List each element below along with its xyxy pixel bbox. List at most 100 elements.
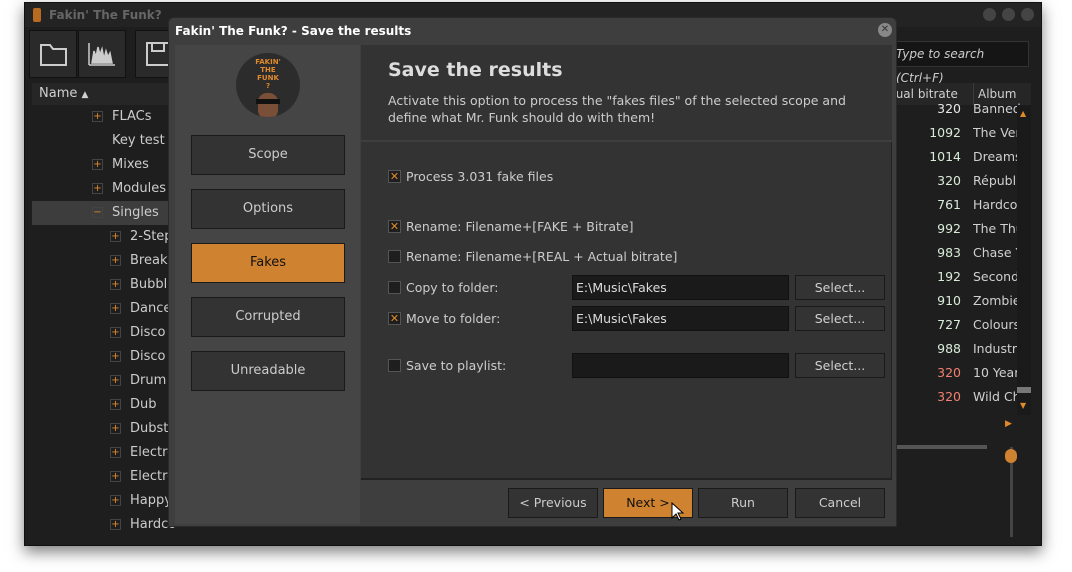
- album-cell: Wild Ch: [973, 389, 1021, 404]
- album-cell: Second: [973, 269, 1020, 284]
- tree-item-label: Happy: [130, 493, 172, 508]
- step-description: Activate this option to process the "fak…: [388, 93, 846, 125]
- bitrate-cell: 988: [937, 341, 961, 356]
- nav-corrupted-button[interactable]: Corrupted: [191, 297, 345, 337]
- expand-icon[interactable]: +: [110, 303, 121, 314]
- expand-icon[interactable]: +: [110, 447, 121, 458]
- expand-icon[interactable]: +: [92, 183, 103, 194]
- tree-item-label: Dance: [130, 301, 172, 316]
- album-cell: Chase Y: [973, 245, 1021, 260]
- select-button[interactable]: Select...: [795, 353, 885, 378]
- maximize-button[interactable]: [1002, 8, 1015, 21]
- option-label: Move to folder:: [406, 311, 501, 326]
- nav-options-button[interactable]: Options: [191, 189, 345, 229]
- scroll-right-icon[interactable]: ▶: [1005, 419, 1012, 429]
- album-cell: Industri: [973, 341, 1021, 356]
- bitrate-cell: 983: [937, 245, 961, 260]
- scroll-down-icon[interactable]: ▼: [1020, 401, 1026, 410]
- select-button[interactable]: Select...: [795, 306, 885, 331]
- album-cell: 10 Year: [973, 365, 1020, 380]
- album-cell: The Thu: [973, 221, 1021, 236]
- expand-icon[interactable]: +: [110, 519, 121, 530]
- expand-icon[interactable]: +: [110, 351, 121, 362]
- option-label: Rename: Filename+[FAKE + Bitrate]: [406, 219, 634, 234]
- tree-item-label: Modules: [112, 181, 167, 196]
- progress-bar: [897, 445, 987, 449]
- checkbox-4[interactable]: ✕: [388, 312, 401, 325]
- open-folder-button[interactable]: [29, 30, 77, 78]
- bitrate-cell: 320: [937, 101, 961, 116]
- spectrum-icon: [88, 43, 115, 66]
- mouse-cursor-icon: [671, 502, 685, 521]
- expand-icon[interactable]: +: [92, 159, 103, 170]
- tree-item-label: Dub: [130, 397, 157, 412]
- album-cell: Colours: [973, 317, 1021, 332]
- expand-icon[interactable]: +: [110, 471, 121, 482]
- app-icon: [33, 8, 41, 22]
- vertical-scrollbar[interactable]: ▲ ▼: [1017, 105, 1031, 415]
- nav-unreadable-button[interactable]: Unreadable: [191, 351, 345, 391]
- cancel-button[interactable]: Cancel: [795, 488, 885, 518]
- expand-icon[interactable]: +: [110, 255, 121, 266]
- folder-icon: [40, 44, 67, 66]
- step-header: Save the results Activate this option to…: [361, 45, 892, 140]
- tree-item-label: Singles: [112, 205, 159, 220]
- search-input[interactable]: Type to search (Ctrl+F): [891, 41, 1029, 85]
- bitrate-cell: 320: [937, 389, 961, 404]
- path-input[interactable]: [572, 353, 789, 378]
- expand-icon[interactable]: +: [110, 423, 121, 434]
- previous-button[interactable]: < Previous: [508, 488, 598, 518]
- minimize-button[interactable]: [983, 8, 996, 21]
- option-label: Rename: Filename+[REAL + Actual bitrate]: [406, 249, 678, 264]
- option-label: Copy to folder:: [406, 280, 499, 295]
- scroll-up-icon[interactable]: ▲: [1020, 109, 1026, 118]
- options-panel: ✕ Process 3.031 fake files ✕ Rename: Filena…: [361, 142, 892, 480]
- option-label: Process 3.031 fake files: [406, 169, 554, 184]
- bitrate-cell: 992: [937, 221, 961, 236]
- nav-scope-button[interactable]: Scope: [191, 135, 345, 175]
- expand-icon[interactable]: +: [110, 495, 121, 506]
- bitrate-cell: 910: [937, 293, 961, 308]
- bitrate-cell: 1092: [929, 125, 961, 140]
- option-label: Save to playlist:: [406, 358, 507, 373]
- column-label: Name: [39, 86, 78, 101]
- expand-icon[interactable]: +: [110, 279, 121, 290]
- volume-slider[interactable]: [1005, 447, 1017, 537]
- expand-icon[interactable]: +: [110, 375, 121, 386]
- album-cell: Républi: [973, 173, 1020, 188]
- path-input[interactable]: E:\Music\Fakes: [572, 275, 789, 300]
- sort-ascending-icon: ▲: [81, 90, 89, 100]
- tree-item-label: Disco: [130, 325, 166, 340]
- dialog-close-icon[interactable]: ✕: [878, 23, 892, 37]
- album-cell: Banned: [973, 101, 1021, 116]
- path-input[interactable]: E:\Music\Fakes: [572, 306, 789, 331]
- slider-handle[interactable]: [1005, 449, 1017, 463]
- save-results-dialog: Fakin' The Funk? - Save the results ✕ FA…: [168, 17, 897, 527]
- run-button[interactable]: Run: [698, 488, 788, 518]
- album-cell: The Ver: [973, 125, 1021, 140]
- step-title: Save the results: [388, 59, 563, 81]
- collapse-icon[interactable]: −: [92, 207, 103, 218]
- bitrate-cell: 320: [937, 173, 961, 188]
- album-cell: Zombie: [973, 293, 1021, 308]
- expand-icon[interactable]: +: [92, 111, 103, 122]
- nav-fakes-button[interactable]: Fakes: [191, 243, 345, 283]
- select-button[interactable]: Select...: [795, 275, 885, 300]
- tree-item-label: Mixes: [112, 157, 149, 172]
- checkbox-3[interactable]: [388, 281, 401, 294]
- expand-icon[interactable]: +: [110, 399, 121, 410]
- expand-icon[interactable]: +: [110, 231, 121, 242]
- bitrate-cell: 727: [937, 317, 961, 332]
- wizard-nav-panel: FAKIN' THE FUNK?: [175, 45, 360, 524]
- scroll-thumb[interactable]: [1017, 387, 1031, 393]
- checkbox-0[interactable]: ✕: [388, 170, 401, 183]
- expand-icon[interactable]: +: [110, 327, 121, 338]
- tree-item-label: Disco I: [130, 349, 174, 364]
- analyze-button[interactable]: [78, 30, 126, 78]
- tree-item-label: FLACs: [112, 109, 152, 124]
- checkbox-2[interactable]: [388, 250, 401, 263]
- checkbox-1[interactable]: ✕: [388, 220, 401, 233]
- close-button[interactable]: [1021, 8, 1034, 21]
- checkbox-5[interactable]: [388, 359, 401, 372]
- bitrate-cell: 192: [937, 269, 961, 284]
